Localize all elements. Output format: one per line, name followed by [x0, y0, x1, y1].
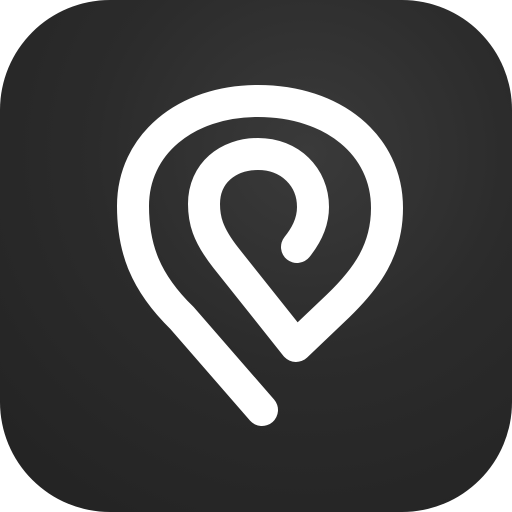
map-pin-spiral-icon [117, 85, 403, 426]
pin-spiral-stroke [117, 85, 403, 426]
app-icon[interactable] [0, 0, 512, 512]
icon-canvas [0, 0, 512, 512]
